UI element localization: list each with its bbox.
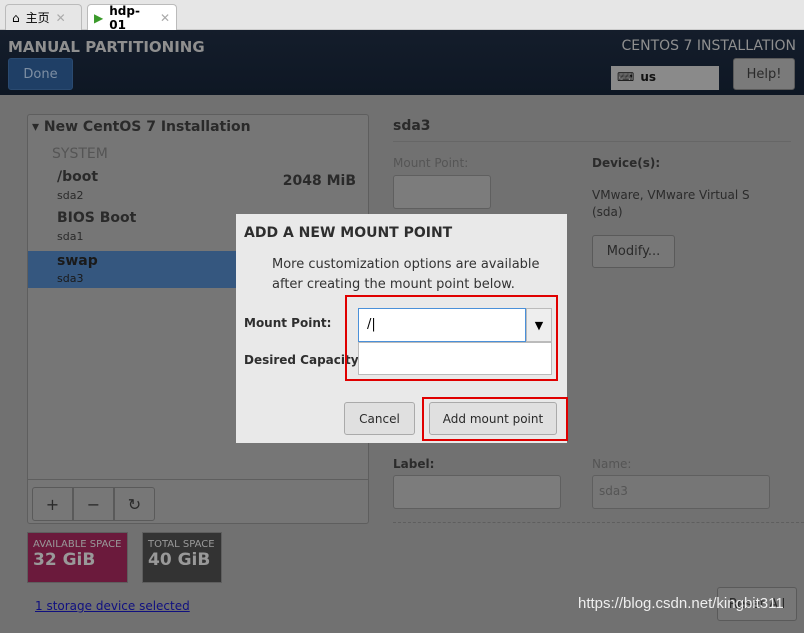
refresh-button[interactable]: ↻ [114,487,155,521]
modify-button[interactable]: Modify... [592,235,675,268]
watermark: https://blog.csdn.net/kingbit311 [578,595,784,612]
close-icon[interactable]: ✕ [160,11,170,25]
add-mount-point-dialog: ADD A NEW MOUNT POINT More customization… [236,214,568,443]
tab-home[interactable]: ⌂ 主页 ✕ [5,4,82,30]
available-space: AVAILABLE SPACE 32 GiB [27,532,128,583]
total-space: TOTAL SPACE 40 GiB [142,532,222,583]
installation-group[interactable]: ▾ New CentOS 7 Installation [32,119,251,135]
mount-point-input[interactable]: /| [358,308,526,342]
tab-hdp-01[interactable]: ▶ hdp-01 ✕ [87,4,177,32]
mount-point-dropdown[interactable]: ▼ [526,308,552,342]
chevron-down-icon: ▼ [534,318,544,332]
keyboard-layout[interactable]: ⌨ us [611,66,719,90]
help-button[interactable]: Help! [733,58,795,90]
desired-capacity-input[interactable] [358,342,552,375]
vm-running-icon: ▶ [94,10,104,25]
product-title: CENTOS 7 INSTALLATION [621,38,796,54]
partition-item[interactable]: /boot sda2 2048 MiB [28,168,368,208]
header: MANUAL PARTITIONING Done CENTOS 7 INSTAL… [0,30,804,95]
dialog-title: ADD A NEW MOUNT POINT [244,225,453,241]
remove-partition-button[interactable]: − [73,487,114,521]
add-mount-point-button[interactable]: Add mount point [429,402,557,435]
label-field[interactable] [393,475,561,509]
tab-bar: ⌂ 主页 ✕ ▶ hdp-01 ✕ [0,0,804,32]
close-icon[interactable]: ✕ [56,11,66,25]
name-field[interactable]: sda3 [592,475,770,509]
mount-point-field[interactable] [393,175,491,209]
section-system: SYSTEM [52,146,108,162]
storage-device-link[interactable]: 1 storage device selected [35,599,190,613]
cancel-button[interactable]: Cancel [344,402,415,435]
keyboard-icon: ⌨ [617,70,635,84]
home-icon: ⌂ [12,10,20,25]
page-title: MANUAL PARTITIONING [8,38,205,56]
partition-title: sda3 [393,118,431,134]
add-partition-button[interactable]: + [32,487,73,521]
done-button[interactable]: Done [8,58,73,90]
